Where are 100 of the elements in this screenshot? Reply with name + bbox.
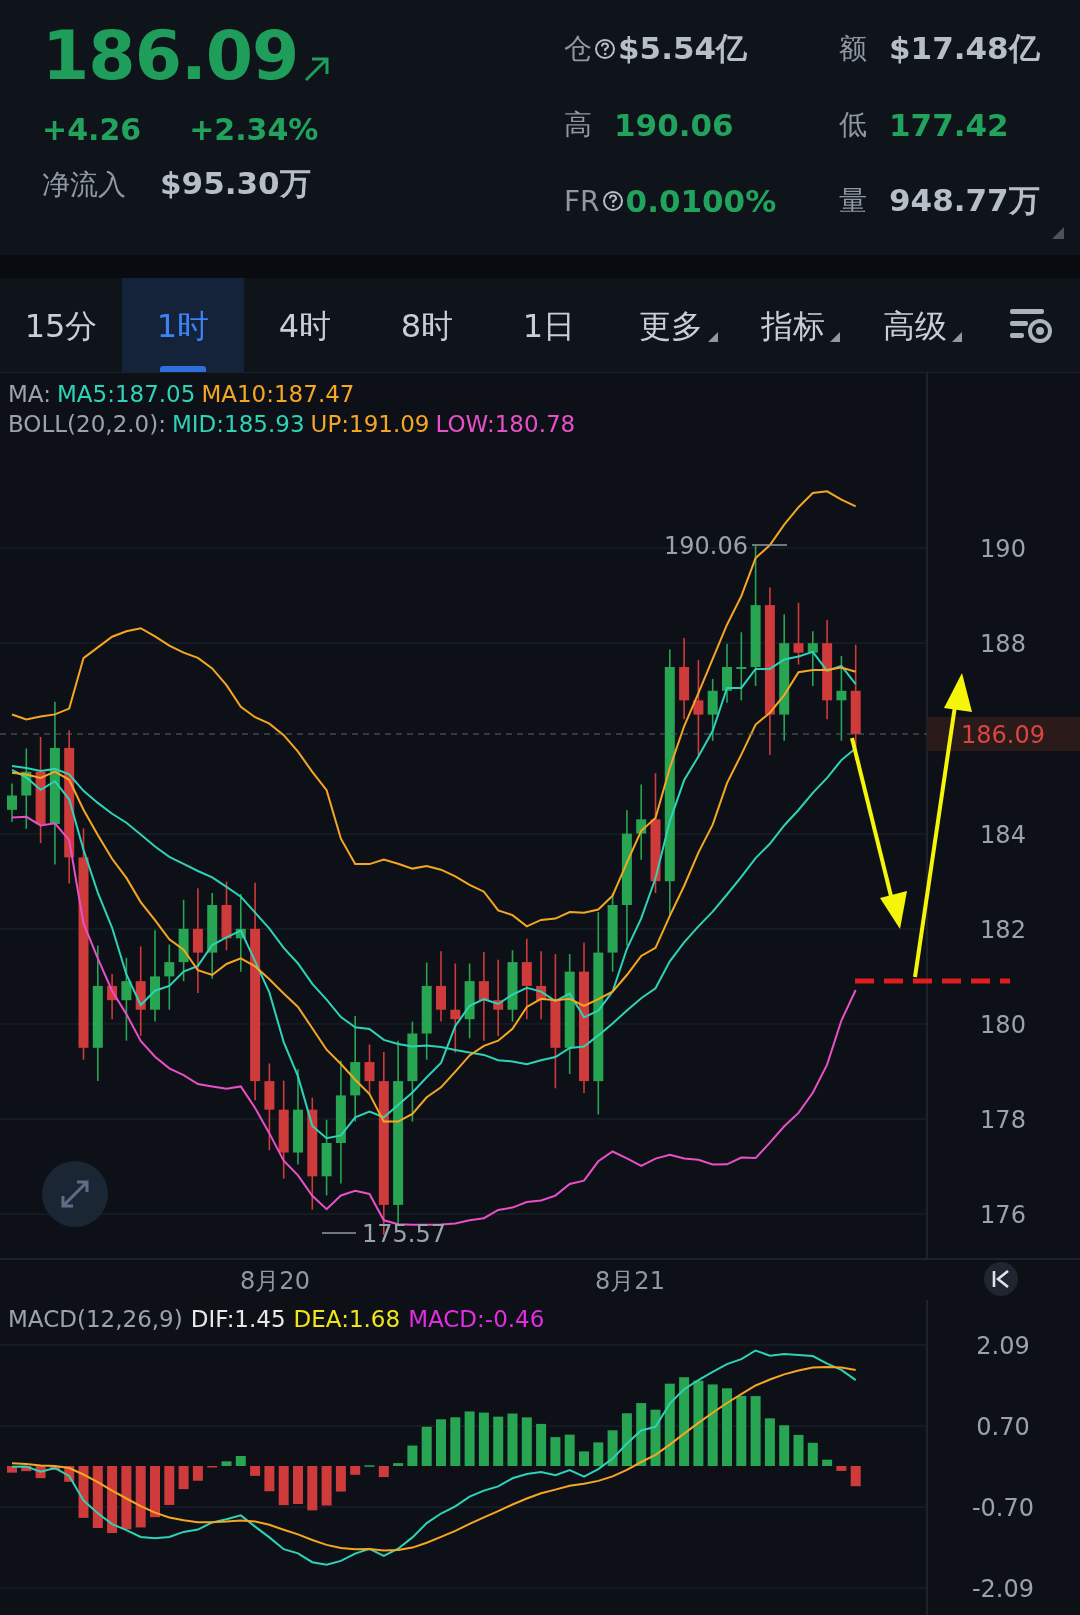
candlestick	[364, 1043, 375, 1094]
interval-tab[interactable]: 高级	[854, 278, 976, 372]
help-icon[interactable]	[601, 190, 624, 212]
stat-label: 仓	[564, 31, 592, 67]
fullscreen-button[interactable]	[42, 1161, 108, 1227]
macd-bar	[779, 1425, 790, 1466]
macd-bar	[836, 1466, 847, 1471]
dropdown-corner-icon	[708, 332, 718, 342]
macd-bar	[221, 1461, 232, 1466]
macd-bar	[21, 1466, 32, 1472]
price-change: +4.26	[42, 112, 142, 147]
macd-bar	[507, 1413, 518, 1466]
candlestick	[164, 943, 175, 1011]
scroll-to-start-button[interactable]	[984, 1262, 1018, 1296]
macd-axis-label: -2.09	[971, 1575, 1035, 1603]
macd-bar	[650, 1409, 661, 1466]
macd-bar	[307, 1466, 318, 1511]
macd-bar	[78, 1466, 89, 1518]
candlestick	[707, 678, 718, 742]
interval-tab[interactable]: 更多	[610, 278, 732, 372]
macd-bar	[450, 1417, 461, 1466]
macd-bar	[478, 1412, 489, 1466]
macd-bar	[421, 1426, 432, 1466]
stat-label: FR	[564, 184, 600, 218]
boll-legend-label: BOLL(20,2.0):	[8, 410, 166, 439]
candlestick	[722, 642, 732, 704]
candlestick	[793, 601, 804, 666]
stat-label: 低	[839, 107, 867, 143]
boll-legend-value: UP:191.09	[310, 410, 430, 439]
current-price-tag: 186.09	[927, 717, 1080, 751]
macd-bar	[750, 1396, 761, 1466]
high-price-marker: 190.06	[664, 532, 748, 560]
boll-legend-value: LOW:180.78	[435, 410, 576, 439]
macd-bar	[407, 1445, 418, 1466]
macd-bar	[250, 1466, 261, 1476]
macd-bar	[92, 1466, 103, 1529]
net-inflow-value: $95.30万	[160, 164, 311, 203]
price-axis-label: 188	[980, 630, 1026, 658]
macd-bar	[822, 1459, 833, 1466]
candlestick	[807, 630, 818, 687]
dropdown-corner-icon	[830, 332, 840, 342]
candlestick	[7, 782, 17, 823]
macd-bar	[335, 1466, 346, 1492]
interval-tab[interactable]: 指标	[732, 278, 854, 372]
stat-value: $17.48亿	[889, 29, 1040, 68]
ma-legend-label: MA:	[8, 380, 51, 409]
stat-value: 948.77万	[889, 181, 1040, 220]
stat-label: 额	[839, 31, 867, 67]
macd-bar	[135, 1466, 146, 1528]
macd-bar	[793, 1434, 804, 1466]
macd-axis-label: 2.09	[976, 1332, 1030, 1360]
interval-tab[interactable]: 4时	[244, 278, 366, 372]
stat-label: 量	[839, 183, 867, 219]
macd-bar	[521, 1417, 532, 1466]
macd-bar	[7, 1466, 17, 1473]
macd-legend-value: DIF:1.45	[190, 1305, 286, 1334]
help-icon[interactable]	[594, 38, 616, 60]
stat-value: 177.42	[889, 107, 1009, 143]
date-axis-label: 8月20	[240, 1267, 310, 1295]
interval-tab[interactable]: 8时	[366, 278, 488, 372]
stat-value: 0.0100%	[625, 183, 777, 219]
macd-bar	[49, 1466, 60, 1471]
stat-label: 高	[564, 107, 592, 143]
macd-axis-label: 0.70	[976, 1413, 1030, 1441]
price-axis-label: 184	[980, 821, 1026, 849]
interval-tab[interactable]: 1日	[488, 278, 610, 372]
macd-bar	[264, 1466, 275, 1492]
price-axis-label: 190	[980, 535, 1026, 563]
price-axis-label: 178	[980, 1106, 1026, 1134]
interval-tab[interactable]: 1时	[122, 278, 244, 372]
price-axis-label: 176	[980, 1201, 1026, 1229]
macd-bar	[636, 1403, 647, 1466]
macd-bar	[321, 1466, 332, 1506]
macd-bar	[64, 1466, 75, 1482]
macd-bar	[550, 1437, 561, 1466]
macd-bar	[164, 1466, 175, 1505]
macd-bar	[35, 1466, 46, 1479]
price-axis-label: 180	[980, 1011, 1026, 1039]
percent-change: +2.34%	[189, 112, 319, 147]
macd-bar	[764, 1418, 775, 1466]
macd-axis-label: -0.70	[971, 1494, 1035, 1522]
macd-bar	[579, 1451, 589, 1466]
macd-bar	[150, 1466, 160, 1518]
macd-bar	[564, 1434, 575, 1466]
macd-bar	[621, 1413, 632, 1466]
macd-bar	[178, 1466, 189, 1490]
macd-bar	[235, 1456, 246, 1466]
macd-bar	[378, 1466, 389, 1478]
interval-tab[interactable]: 15分	[0, 278, 122, 372]
macd-bar	[736, 1395, 747, 1466]
last-price: 186.09	[42, 15, 299, 97]
low-price-marker: 175.57	[362, 1220, 446, 1248]
ma-legend-value: MA10:187.47	[201, 380, 355, 409]
net-inflow-label: 净流入	[42, 167, 126, 203]
macd-bar	[278, 1466, 289, 1506]
price-axis-label: 182	[980, 916, 1026, 944]
macd-bar	[607, 1430, 618, 1466]
macd-bar	[536, 1423, 547, 1466]
stat-value: 190.06	[614, 107, 734, 143]
stat-value: $5.54亿	[618, 29, 748, 68]
